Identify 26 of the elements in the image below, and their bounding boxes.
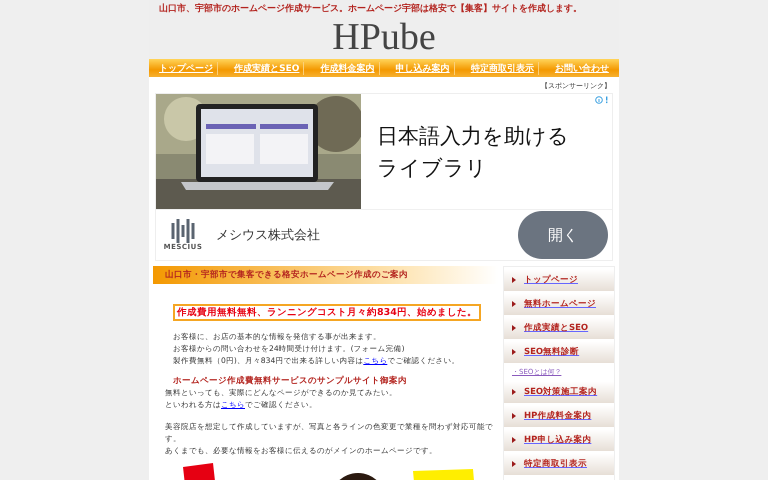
triangle-icon — [512, 349, 516, 355]
subheading: ホームページ作成費無料サービスのサンプルサイト御案内 — [173, 375, 408, 387]
sidebar-link[interactable]: 特定商取引表示 — [504, 453, 614, 475]
triangle-icon — [512, 277, 516, 283]
sidebar-link[interactable]: SEO対策施工案内 — [504, 381, 614, 403]
sidebar-link[interactable]: 無料ホームページ — [504, 293, 614, 315]
logo[interactable]: HPube — [332, 15, 436, 59]
triangle-icon — [512, 325, 516, 331]
logo-icon — [170, 219, 196, 243]
sidebar-link[interactable]: トップページ — [504, 269, 614, 291]
open-button[interactable]: 開く — [518, 211, 608, 259]
ad-headline: 日本語入力を助ける — [377, 122, 569, 150]
sidebar-link[interactable]: HP作成料金案内 — [504, 405, 614, 427]
ad-info-icon[interactable] — [595, 96, 609, 104]
sidebar-link[interactable]: 作成実績とSEO — [504, 317, 614, 339]
triangle-icon — [512, 461, 516, 467]
triangle-icon — [512, 413, 516, 419]
sidebar-link[interactable]: HP申し込み案内 — [504, 429, 614, 451]
triangle-icon — [512, 301, 516, 307]
highlight-banner: 作成費用無料無料、ランニングコスト月々約834円、始めました。 — [173, 304, 481, 321]
ad-headline: ライブラリ — [377, 154, 488, 182]
advertiser-name: メシウス株式会社 — [216, 227, 321, 244]
triangle-icon — [512, 389, 516, 395]
tagline: 山口市、宇部市のホームページ作成サービス。ホームページ宇部は格安で【集客】サイトを作成します。 — [159, 2, 582, 15]
sidebar-link[interactable]: SEO無料診断 — [504, 341, 614, 363]
triangle-icon — [512, 437, 516, 443]
